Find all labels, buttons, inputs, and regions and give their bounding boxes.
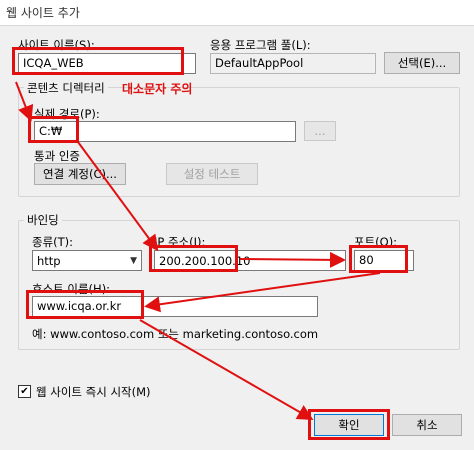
binding-type-value: http xyxy=(37,253,61,268)
host-name-example: 예: www.contoso.com 또는 marketing.contoso.… xyxy=(32,327,319,341)
binding-label: 바인딩 xyxy=(24,212,62,228)
host-name-highlight xyxy=(26,290,144,319)
title-bar: 웹 사이트 추가 xyxy=(0,0,474,26)
port-highlight xyxy=(349,245,408,273)
test-settings-button[interactable]: 설정 테스트 xyxy=(166,163,258,185)
chevron-down-icon: ▼ xyxy=(334,255,341,266)
physical-path-highlight xyxy=(28,116,79,143)
start-immediately-checkbox[interactable]: ✔ xyxy=(18,385,31,398)
ip-address-highlight xyxy=(149,245,238,272)
app-pool-field: DefaultAppPool xyxy=(210,53,376,74)
start-immediately-label: 웹 사이트 즉시 시작(M) xyxy=(36,385,151,399)
cancel-button[interactable]: 취소 xyxy=(392,414,462,436)
site-name-highlight xyxy=(12,47,184,75)
binding-type-select[interactable]: http ▼ xyxy=(32,250,142,271)
browse-button[interactable]: ... xyxy=(304,121,336,141)
window-title: 웹 사이트 추가 xyxy=(6,6,80,20)
binding-type-label: 종류(T): xyxy=(32,235,74,249)
pass-through-auth-label: 통과 인증 xyxy=(34,149,80,163)
app-pool-label: 응용 프로그램 풀(L): xyxy=(210,38,311,52)
content-directory-label: 콘텐츠 디렉터리 xyxy=(24,80,108,96)
connect-as-button[interactable]: 연결 계정(C)... xyxy=(34,163,126,185)
ok-button-highlight xyxy=(308,409,390,440)
case-sensitive-annotation: 대소문자 주의 xyxy=(122,82,193,96)
checkmark-icon: ✔ xyxy=(20,385,29,397)
chevron-down-icon: ▼ xyxy=(130,255,137,266)
select-app-pool-button[interactable]: 선택(E)... xyxy=(384,52,460,74)
